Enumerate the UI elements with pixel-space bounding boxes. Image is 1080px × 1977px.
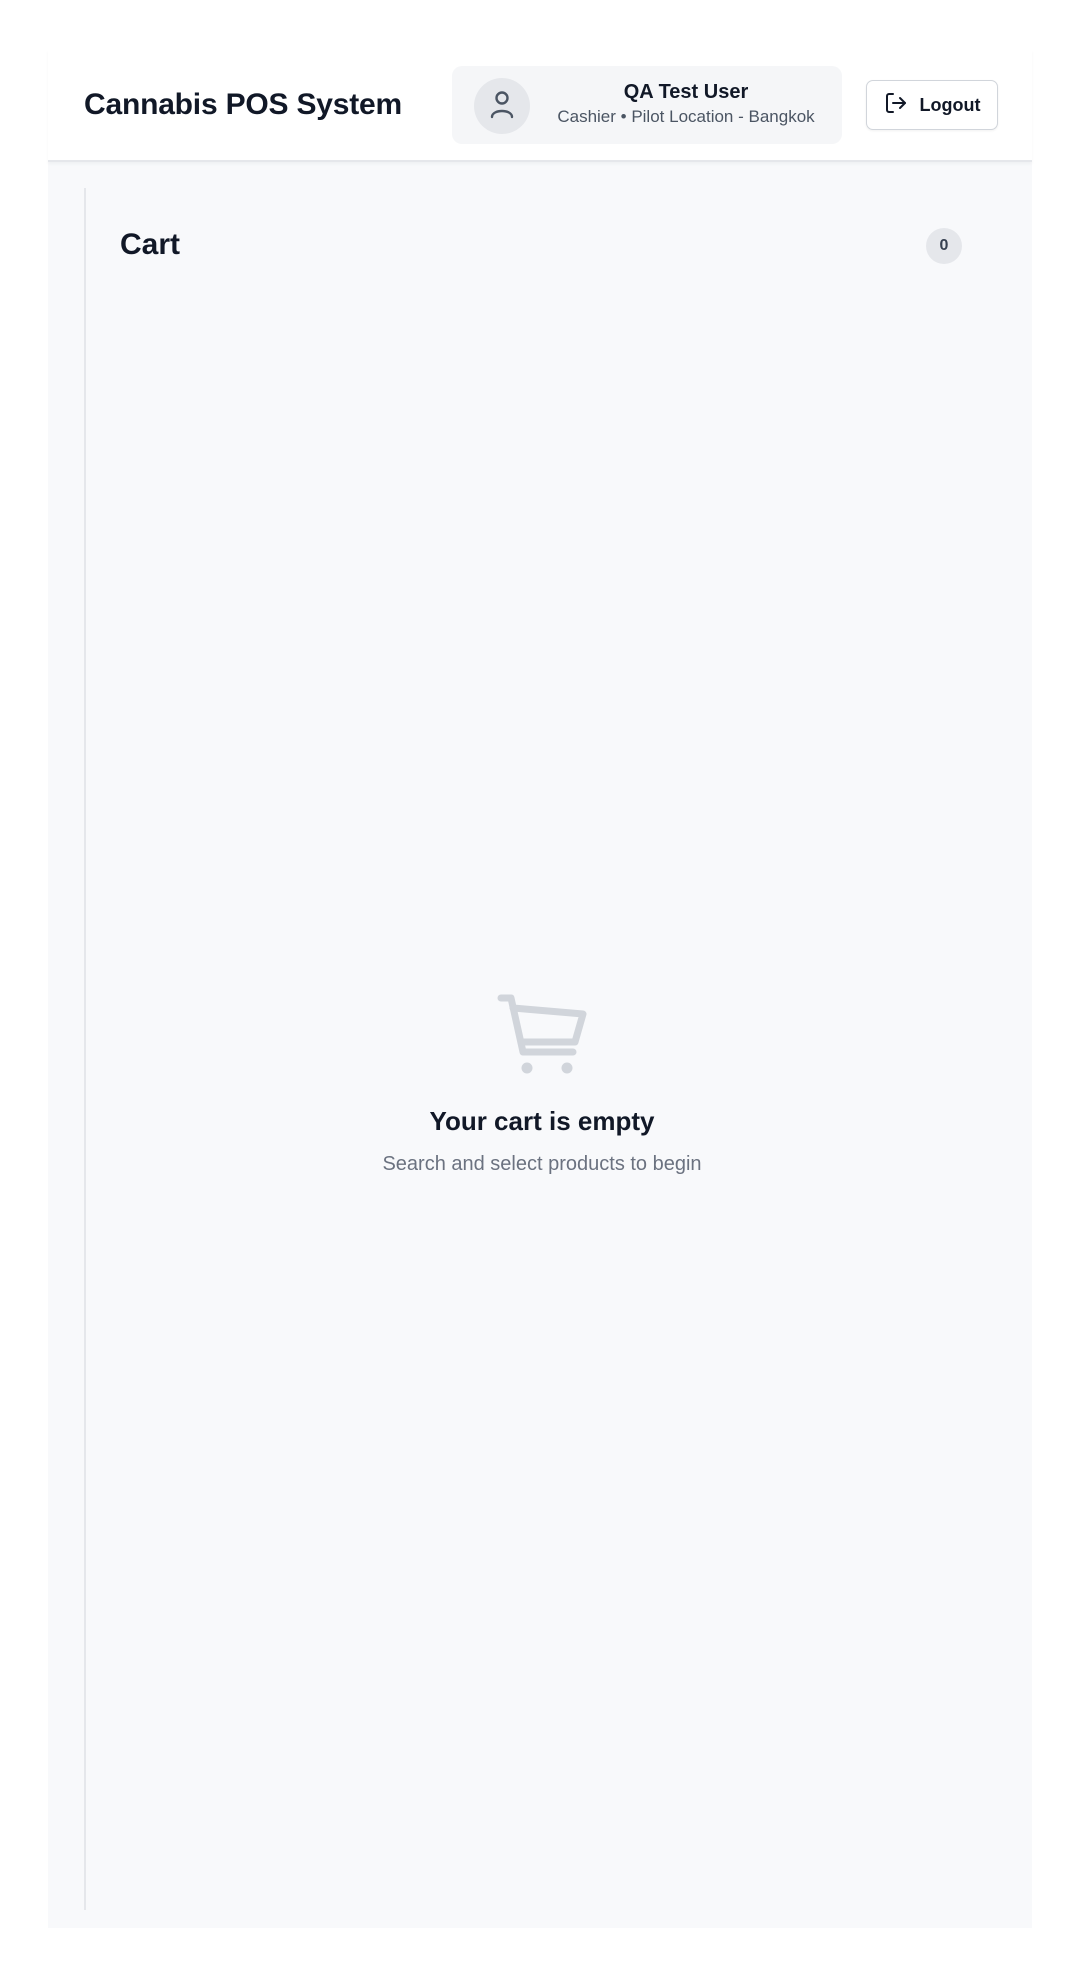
- logout-label: Logout: [919, 94, 981, 115]
- logout-button[interactable]: Logout: [866, 80, 998, 130]
- user-icon: [489, 89, 515, 124]
- avatar: [474, 78, 530, 134]
- logout-icon: [884, 91, 908, 120]
- cart-panel: Cart 0 Your cart is empty Search and sel…: [84, 188, 1032, 1910]
- shopping-cart-icon: [86, 994, 998, 1076]
- empty-cart-subtitle: Search and select products to begin: [382, 1153, 702, 1175]
- user-details: QA Test User Cashier • Pilot Location - …: [546, 80, 826, 128]
- empty-cart-state: Your cart is empty Search and select pro…: [86, 994, 998, 1176]
- cart-title: Cart: [120, 228, 181, 261]
- empty-cart-title: Your cart is empty: [429, 1106, 655, 1136]
- app-title: Cannabis POS System: [84, 88, 402, 121]
- user-name: QA Test User: [623, 81, 749, 103]
- pos-app: Cannabis POS System QA Test User Cashier…: [48, 50, 1032, 1928]
- user-info-card: QA Test User Cashier • Pilot Location - …: [452, 66, 842, 144]
- cart-count-badge: 0: [926, 228, 962, 264]
- user-role-location: Cashier • Pilot Location - Bangkok: [557, 107, 815, 126]
- top-header: Cannabis POS System QA Test User Cashier…: [48, 50, 1032, 162]
